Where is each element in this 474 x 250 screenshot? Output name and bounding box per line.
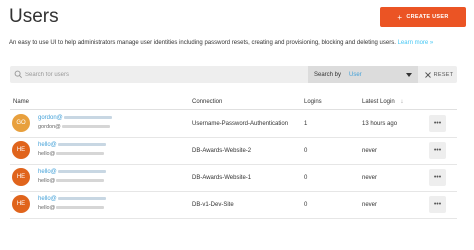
email-text: gordon@ (38, 115, 63, 121)
user-email-link[interactable]: hello@ (38, 169, 106, 175)
latest-login-cell: never (362, 202, 378, 208)
close-icon (424, 71, 431, 78)
search-icon (14, 70, 22, 78)
table-row[interactable]: HE hello@ hello@ DB-v1-Dev-Site 0 never ••• (10, 192, 457, 219)
column-header-logins: Logins (304, 99, 322, 105)
avatar: HE (12, 195, 30, 213)
row-divider (10, 218, 457, 219)
search-input[interactable] (25, 66, 305, 83)
user-email-link[interactable]: hello@ (38, 142, 106, 148)
redacted-text (56, 206, 105, 210)
avatar: HE (12, 141, 30, 159)
intro-description: An easy to use UI to help administrators… (9, 40, 396, 46)
column-header-latest-login[interactable]: Latest Login ↓ (362, 99, 403, 105)
email-text: hello@ (38, 142, 57, 148)
search-by-label: Search by (314, 71, 342, 78)
logins-cell: 0 (304, 175, 308, 181)
page-title: Users (9, 6, 59, 27)
more-actions-button[interactable]: ••• (429, 115, 446, 132)
search-by-value: User (349, 71, 362, 78)
redacted-text (57, 142, 106, 146)
email-secondary-text: gordon@ (38, 124, 61, 130)
latest-login-cell: never (362, 148, 378, 154)
plus-icon: + (397, 12, 403, 22)
latest-login-cell: never (362, 175, 378, 181)
avatar: GO (12, 114, 30, 132)
column-header-name: Name (13, 99, 30, 105)
logins-cell: 0 (304, 202, 308, 208)
email-secondary-text: hello@ (38, 178, 56, 184)
learn-more-link[interactable]: Learn more » (398, 40, 434, 46)
logins-cell: 0 (304, 148, 308, 154)
avatar: HE (12, 168, 30, 186)
email-text: hello@ (38, 169, 57, 175)
redacted-text (56, 179, 105, 183)
email-secondary-text: hello@ (38, 205, 56, 211)
redacted-text (61, 125, 110, 129)
search-bar: Search by User RESET (10, 66, 457, 83)
user-email-secondary: hello@ (38, 178, 105, 184)
connection-cell: DB-v1-Dev-Site (192, 202, 234, 208)
more-actions-button[interactable]: ••• (429, 142, 446, 159)
header-divider (10, 109, 457, 110)
reset-label: RESET (433, 71, 454, 78)
create-user-button[interactable]: + CREATE USER (380, 7, 466, 27)
chevron-down-icon (406, 72, 412, 77)
reset-button[interactable]: RESET (421, 66, 457, 83)
email-secondary-text: hello@ (38, 151, 56, 157)
user-email-secondary: hello@ (38, 151, 105, 157)
more-actions-button[interactable]: ••• (429, 169, 446, 186)
connection-cell: DB-Awards-Website-1 (192, 175, 252, 181)
latest-login-label: Latest Login (362, 99, 395, 105)
latest-login-cell: 13 hours ago (362, 121, 398, 127)
table-row[interactable]: GO gordon@ gordon@ Username-Password-Authen… (10, 111, 457, 138)
redacted-text (56, 152, 105, 156)
user-email-link[interactable]: hello@ (38, 196, 106, 202)
redacted-text (57, 196, 106, 200)
redacted-text (57, 169, 106, 173)
more-actions-button[interactable]: ••• (429, 196, 446, 213)
email-text: hello@ (38, 196, 57, 202)
user-email-link[interactable]: gordon@ (38, 115, 112, 121)
user-email-secondary: hello@ (38, 205, 105, 211)
column-header-connection: Connection (192, 99, 223, 105)
create-user-label: CREATE USER (406, 14, 449, 20)
table-row[interactable]: HE hello@ hello@ DB-Awards-Website-2 0 never •… (10, 138, 457, 165)
intro-text: An easy to use UI to help administrators… (9, 40, 433, 46)
connection-cell: DB-Awards-Website-2 (192, 148, 252, 154)
user-email-secondary: gordon@ (38, 124, 110, 130)
search-by-select[interactable]: Search by User (308, 66, 418, 83)
connection-cell: Username-Password-Authentication (192, 121, 289, 127)
logins-cell: 1 (304, 121, 308, 127)
redacted-text (63, 115, 112, 119)
table-row[interactable]: HE hello@ hello@ DB-Awards-Website-1 0 never •… (10, 165, 457, 192)
sort-arrow-icon: ↓ (400, 99, 404, 105)
